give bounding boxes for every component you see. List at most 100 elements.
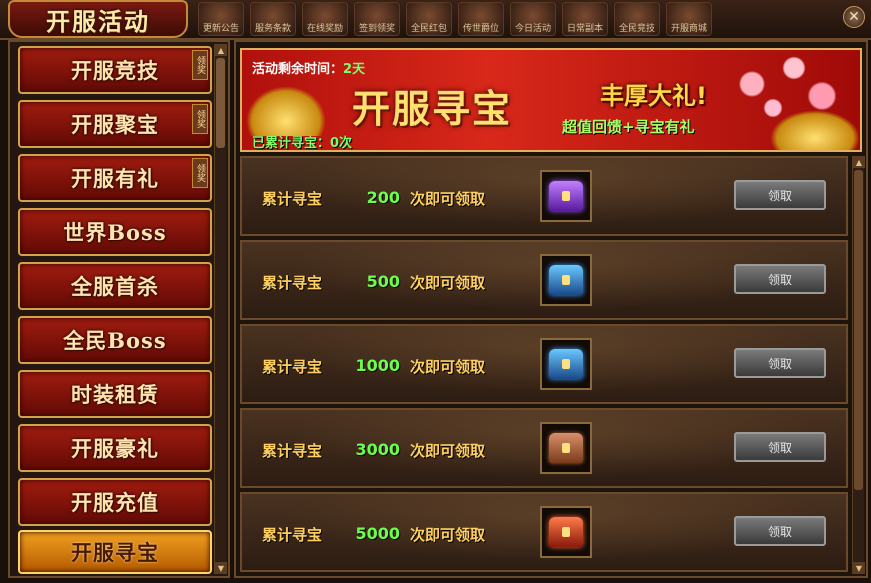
sidebar-item-kaifu-chongzhi[interactable]: 开服充值 — [18, 478, 212, 526]
reward-badge: 领奖 — [192, 104, 208, 134]
reward-label: 累计寻宝 — [262, 358, 323, 376]
top-tab[interactable]: 开服商城 — [666, 2, 712, 36]
claim-button[interactable]: 领取 — [734, 180, 826, 210]
sidebar-item-world-boss[interactable]: 世界Boss — [18, 208, 212, 256]
reward-item-slot[interactable] — [540, 338, 592, 390]
sidebar-item-label: 开服寻宝 — [71, 540, 159, 565]
reward-item-slot[interactable] — [540, 422, 592, 474]
sidebar-item-kaifu-youli[interactable]: 开服有礼 领奖 — [18, 154, 212, 202]
top-tab-label: 今日活动 — [514, 24, 551, 34]
top-tab-label: 全民竞技 — [618, 24, 655, 34]
reward-label: 累计寻宝 — [262, 274, 323, 292]
top-tab-label: 在线奖励 — [306, 24, 343, 34]
treasure-count: 已累计寻宝：0次 — [252, 136, 353, 151]
top-tab-label: 服务条款 — [254, 24, 291, 34]
sidebar-item-quanfu-shousha[interactable]: 全服首杀 — [18, 262, 212, 310]
remaining-time-value: 2天 — [343, 62, 366, 77]
top-bar: 开服活动 更新公告 服务条款 在线奖励 签到领奖 全民红包 传世爵位 今日活动 … — [0, 0, 871, 40]
activity-sidebar: 开服竞技 领奖 开服聚宝 领奖 开服有礼 领奖 世界Boss 全服首杀 全民Bo… — [8, 40, 230, 578]
claim-button[interactable]: 领取 — [734, 348, 826, 378]
reward-suffix: 次即可领取 — [410, 358, 486, 376]
scroll-up-icon[interactable]: ▲ — [853, 156, 865, 168]
top-tab-label: 传世爵位 — [462, 24, 499, 34]
banner-gift-text: 丰厚大礼! — [600, 82, 707, 110]
reward-item-slot[interactable] — [540, 254, 592, 306]
reward-row: 累计寻宝 3000 次即可领取 领取 — [240, 408, 848, 488]
reward-list-scrollbar[interactable]: ▲ ▼ — [852, 156, 865, 574]
event-banner: 活动剩余时间：2天 开服寻宝 丰厚大礼! 超值回馈+寻宝有礼 已累计寻宝：0次 — [240, 48, 862, 152]
close-icon[interactable]: ✕ — [843, 6, 865, 28]
reward-list: 累计寻宝 200 次即可领取 领取 累计寻宝 500 次即可领取 领取 累计寻宝… — [240, 156, 848, 574]
scroll-down-icon[interactable]: ▼ — [853, 562, 865, 574]
top-tab-label: 日常副本 — [566, 24, 603, 34]
reward-times: 5000 — [355, 524, 400, 543]
scroll-thumb[interactable] — [216, 58, 225, 148]
reward-row: 累计寻宝 200 次即可领取 领取 — [240, 156, 848, 236]
reward-item-slot[interactable] — [540, 170, 592, 222]
top-tab[interactable]: 全民竞技 — [614, 2, 660, 36]
sidebar-item-label: 时装租赁 — [71, 382, 159, 407]
reward-suffix: 次即可领取 — [410, 190, 486, 208]
gold-ingot-icon — [246, 86, 326, 136]
scroll-thumb[interactable] — [854, 170, 863, 490]
reward-times: 200 — [366, 188, 400, 207]
sidebar-item-label: 世界Boss — [63, 220, 167, 245]
window-title: 开服活动 — [46, 7, 150, 36]
sidebar-item-kaifu-haoli[interactable]: 开服豪礼 — [18, 424, 212, 472]
sidebar-item-shizhuang-zulin[interactable]: 时装租赁 — [18, 370, 212, 418]
banner-gift-subtext: 超值回馈+寻宝有礼 — [562, 118, 695, 136]
reward-times: 3000 — [355, 440, 400, 459]
red-chest-icon — [549, 517, 583, 547]
sidebar-item-label: 全民Boss — [63, 328, 167, 353]
reward-times: 1000 — [355, 356, 400, 375]
reward-times: 500 — [366, 272, 400, 291]
reward-badge: 领奖 — [192, 50, 208, 80]
remaining-time-label: 活动剩余时间： — [252, 62, 344, 77]
main-panel: 活动剩余时间：2天 开服寻宝 丰厚大礼! 超值回馈+寻宝有礼 已累计寻宝：0次 … — [234, 40, 868, 578]
sidebar-item-quanmin-boss[interactable]: 全民Boss — [18, 316, 212, 364]
reward-label: 累计寻宝 — [262, 442, 323, 460]
scroll-up-icon[interactable]: ▲ — [215, 44, 227, 56]
claim-button[interactable]: 领取 — [734, 516, 826, 546]
plum-blossom-decoration — [710, 52, 850, 132]
top-tabs: 更新公告 服务条款 在线奖励 签到领奖 全民红包 传世爵位 今日活动 日常副本 … — [198, 2, 712, 36]
reward-suffix: 次即可领取 — [410, 442, 486, 460]
remaining-time: 活动剩余时间：2天 — [252, 58, 365, 77]
reward-row: 累计寻宝 500 次即可领取 领取 — [240, 240, 848, 320]
blue-chest-icon — [549, 265, 583, 295]
claim-button[interactable]: 领取 — [734, 432, 826, 462]
banner-title: 开服寻宝 — [352, 86, 513, 131]
sidebar-item-kaifu-jingji[interactable]: 开服竞技 领奖 — [18, 46, 212, 94]
reward-suffix: 次即可领取 — [410, 526, 486, 544]
top-tab[interactable]: 在线奖励 — [302, 2, 348, 36]
claim-button[interactable]: 领取 — [734, 264, 826, 294]
top-tab[interactable]: 服务条款 — [250, 2, 296, 36]
sidebar-item-label: 全服首杀 — [71, 274, 159, 299]
reward-item-slot[interactable] — [540, 506, 592, 558]
top-tab-label: 全民红包 — [410, 24, 447, 34]
top-tab[interactable]: 传世爵位 — [458, 2, 504, 36]
sidebar-item-label: 开服竞技 — [71, 58, 159, 83]
scroll-down-icon[interactable]: ▼ — [215, 562, 227, 574]
top-tab[interactable]: 今日活动 — [510, 2, 556, 36]
reward-suffix: 次即可领取 — [410, 274, 486, 292]
reward-label: 累计寻宝 — [262, 526, 323, 544]
top-tab[interactable]: 签到领奖 — [354, 2, 400, 36]
sidebar-item-label: 开服有礼 — [71, 166, 159, 191]
sidebar-scrollbar[interactable]: ▲ ▼ — [214, 44, 227, 574]
reward-badge: 领奖 — [192, 158, 208, 188]
top-tab-label: 更新公告 — [202, 24, 239, 34]
sidebar-item-label: 开服豪礼 — [71, 436, 159, 461]
sidebar-item-label: 开服充值 — [71, 490, 159, 515]
reward-row: 累计寻宝 1000 次即可领取 领取 — [240, 324, 848, 404]
top-tab-label: 签到领奖 — [358, 24, 395, 34]
sidebar-item-label: 开服聚宝 — [71, 112, 159, 137]
sidebar-item-kaifu-jubao[interactable]: 开服聚宝 领奖 — [18, 100, 212, 148]
sidebar-item-kaifu-xunbao[interactable]: 开服寻宝 — [18, 530, 212, 574]
top-tab[interactable]: 更新公告 — [198, 2, 244, 36]
wooden-chest-icon — [549, 433, 583, 463]
reward-label: 累计寻宝 — [262, 190, 323, 208]
top-tab[interactable]: 全民红包 — [406, 2, 452, 36]
top-tab[interactable]: 日常副本 — [562, 2, 608, 36]
purple-chest-icon — [549, 181, 583, 211]
